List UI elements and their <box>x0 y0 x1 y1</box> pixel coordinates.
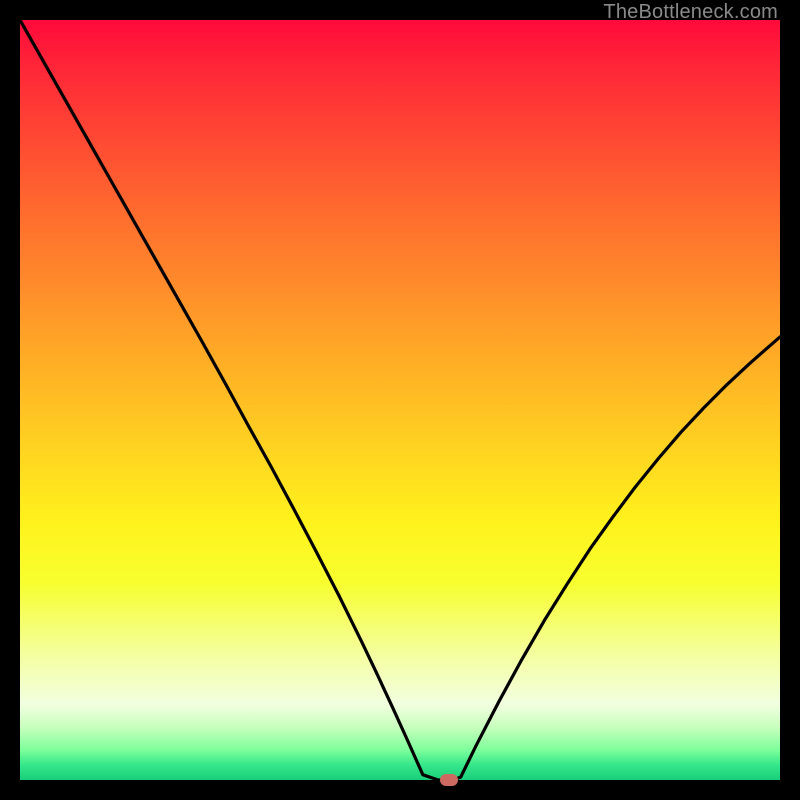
plot-area <box>20 20 780 780</box>
optimum-marker <box>440 774 458 786</box>
chart-frame: TheBottleneck.com <box>0 0 800 800</box>
curve-svg <box>20 20 780 780</box>
bottleneck-curve-path <box>20 20 780 780</box>
